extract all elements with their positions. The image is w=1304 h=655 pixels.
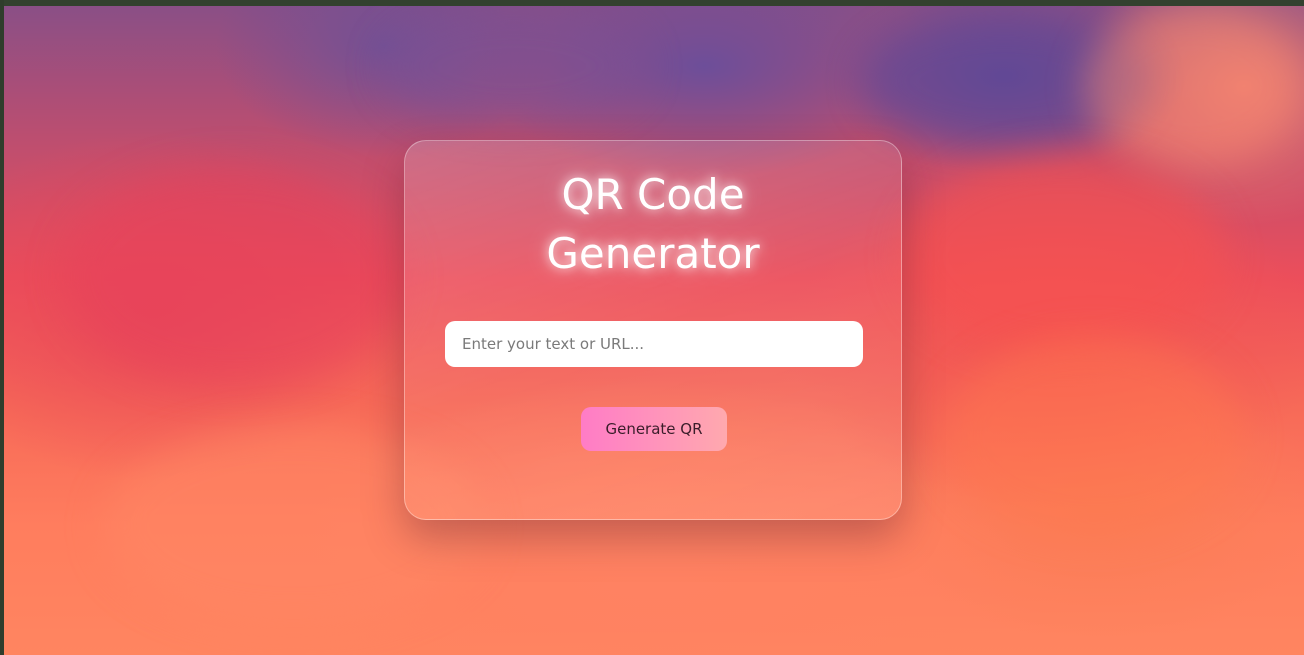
cloud-shape <box>944 336 1244 536</box>
cloud-shape <box>64 166 404 386</box>
qr-generator-card: QR Code Generator Generate QR <box>404 140 902 520</box>
cloud-shape <box>904 156 1224 356</box>
title-line-2: Generator <box>546 229 760 278</box>
page-title: QR Code Generator <box>405 165 901 283</box>
cloud-shape <box>1084 6 1304 166</box>
text-url-input[interactable] <box>445 321 863 367</box>
cloud-shape <box>384 6 644 126</box>
generate-qr-button[interactable]: Generate QR <box>581 407 727 451</box>
title-line-1: QR Code <box>561 170 745 219</box>
